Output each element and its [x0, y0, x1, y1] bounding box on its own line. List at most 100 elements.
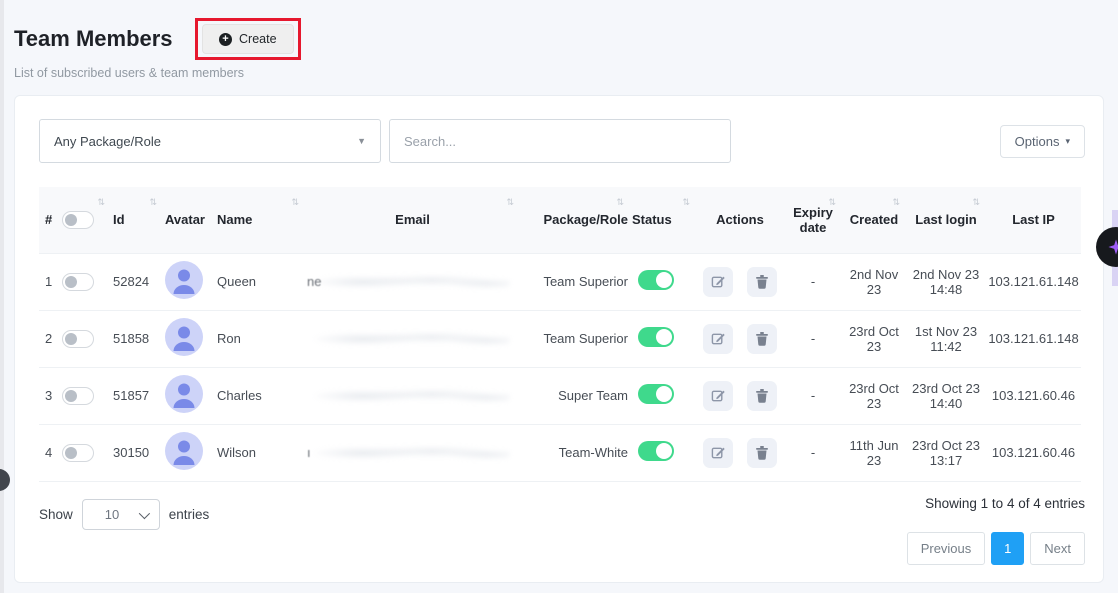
row-number: 3: [45, 388, 52, 403]
search-input[interactable]: [389, 119, 731, 163]
sort-icon[interactable]: ⇅: [291, 197, 299, 208]
select-caret-icon: ▼: [357, 136, 366, 146]
members-card: Any Package/Role ▼ Options ▾ # ⇅: [14, 95, 1104, 583]
last-ip: 103.121.61.148: [986, 253, 1081, 310]
member-id: 52824: [111, 253, 163, 310]
expiry-date: -: [784, 253, 842, 310]
page-size-select[interactable]: 10: [82, 499, 160, 530]
member-id: 51857: [111, 367, 163, 424]
trash-icon: [755, 331, 769, 346]
column-header-last-ip: Last IP: [986, 187, 1081, 253]
row-select-toggle[interactable]: [62, 330, 94, 348]
column-header-expiry-date[interactable]: Expiry date ⇅: [784, 187, 842, 253]
options-caret-icon: ▾: [1065, 136, 1070, 147]
member-id: 51858: [111, 310, 163, 367]
column-header-avatar: Avatar: [163, 187, 215, 253]
chevron-down-icon: [139, 507, 150, 518]
column-header-status[interactable]: Status ⇅: [630, 187, 696, 253]
column-header-id[interactable]: Id ⇅: [111, 187, 163, 253]
edit-icon: [711, 445, 726, 460]
column-header-num[interactable]: # ⇅: [39, 187, 111, 253]
row-select-toggle[interactable]: [62, 273, 94, 291]
expiry-date: -: [784, 424, 842, 481]
member-package-role: Team-White: [520, 424, 630, 481]
last-ip: 103.121.61.148: [986, 310, 1081, 367]
delete-button[interactable]: [747, 438, 777, 468]
create-button[interactable]: + Create: [202, 24, 294, 54]
sort-icon[interactable]: ⇅: [828, 197, 836, 208]
created-date: 11th Jun 23: [842, 424, 906, 481]
column-header-package-role[interactable]: Package/Role ⇅: [520, 187, 630, 253]
edit-button[interactable]: [703, 324, 733, 354]
expiry-date: -: [784, 367, 842, 424]
sort-icon[interactable]: ⇅: [506, 197, 514, 208]
delete-button[interactable]: [747, 324, 777, 354]
last-ip: 103.121.60.46: [986, 424, 1081, 481]
sort-icon[interactable]: ⇅: [97, 197, 105, 208]
trash-icon: [755, 274, 769, 289]
status-toggle[interactable]: [638, 384, 674, 404]
expiry-date: -: [784, 310, 842, 367]
delete-button[interactable]: [747, 267, 777, 297]
edit-button[interactable]: [703, 381, 733, 411]
last-login: 23rd Oct 23 13:17: [906, 424, 986, 481]
member-id: 30150: [111, 424, 163, 481]
column-header-email[interactable]: Email ⇅: [305, 187, 520, 253]
member-name: Ron: [215, 310, 305, 367]
email-fragment: ı: [307, 445, 311, 460]
redaction-smudge: [315, 388, 510, 404]
sort-icon[interactable]: ⇅: [892, 197, 900, 208]
next-page-button[interactable]: Next: [1030, 532, 1085, 565]
sort-icon[interactable]: ⇅: [149, 197, 157, 208]
package-role-select[interactable]: Any Package/Role ▼: [39, 119, 381, 163]
edit-button[interactable]: [703, 438, 733, 468]
page-size-value: 10: [105, 507, 119, 522]
annotation-red-box: + Create: [195, 18, 301, 60]
last-login: 23rd Oct 23 14:40: [906, 367, 986, 424]
row-number: 1: [45, 274, 52, 289]
page-header: Team Members + Create: [14, 18, 301, 60]
left-edge-widget[interactable]: [0, 469, 10, 491]
table-row: 1 52824 Queen ne Team Superior: [39, 253, 1081, 310]
entries-label: entries: [169, 507, 210, 522]
delete-button[interactable]: [747, 381, 777, 411]
create-button-label: Create: [239, 32, 277, 46]
showing-entries-text: Showing 1 to 4 of 4 entries: [925, 496, 1085, 511]
page-size-control: Show 10 entries: [39, 499, 209, 530]
created-date: 23rd Oct 23: [842, 310, 906, 367]
created-date: 2nd Nov 23: [842, 253, 906, 310]
options-button[interactable]: Options ▾: [1000, 125, 1085, 158]
column-header-name[interactable]: Name ⇅: [215, 187, 305, 253]
column-header-last-login[interactable]: Last login ⇅: [906, 187, 986, 253]
member-package-role: Team Superior: [520, 310, 630, 367]
previous-page-button[interactable]: Previous: [907, 532, 986, 565]
avatar: [165, 261, 203, 299]
status-toggle[interactable]: [638, 441, 674, 461]
column-header-created[interactable]: Created ⇅: [842, 187, 906, 253]
sort-icon[interactable]: ⇅: [682, 197, 690, 208]
sort-icon[interactable]: ⇅: [972, 197, 980, 208]
redaction-smudge: [315, 274, 510, 290]
member-package-role: Super Team: [520, 367, 630, 424]
select-all-toggle[interactable]: [62, 211, 94, 229]
trash-icon: [755, 445, 769, 460]
person-icon: [165, 432, 203, 470]
last-ip: 103.121.60.46: [986, 367, 1081, 424]
member-email-redacted: [307, 319, 518, 359]
page-1-button[interactable]: 1: [991, 532, 1024, 565]
sort-icon[interactable]: ⇅: [616, 197, 624, 208]
last-login: 2nd Nov 23 14:48: [906, 253, 986, 310]
row-select-toggle[interactable]: [62, 387, 94, 405]
status-toggle[interactable]: [638, 270, 674, 290]
edit-button[interactable]: [703, 267, 733, 297]
edit-icon: [711, 331, 726, 346]
status-toggle[interactable]: [638, 327, 674, 347]
page-subtitle: List of subscribed users & team members: [14, 66, 244, 80]
member-name: Charles: [215, 367, 305, 424]
member-name: Wilson: [215, 424, 305, 481]
row-select-toggle[interactable]: [62, 444, 94, 462]
redaction-smudge: [315, 331, 510, 347]
table-row: 2 51858 Ron Team Superior: [39, 310, 1081, 367]
created-date: 23rd Oct 23: [842, 367, 906, 424]
table-row: 4 30150 Wilson ı Team-White: [39, 424, 1081, 481]
